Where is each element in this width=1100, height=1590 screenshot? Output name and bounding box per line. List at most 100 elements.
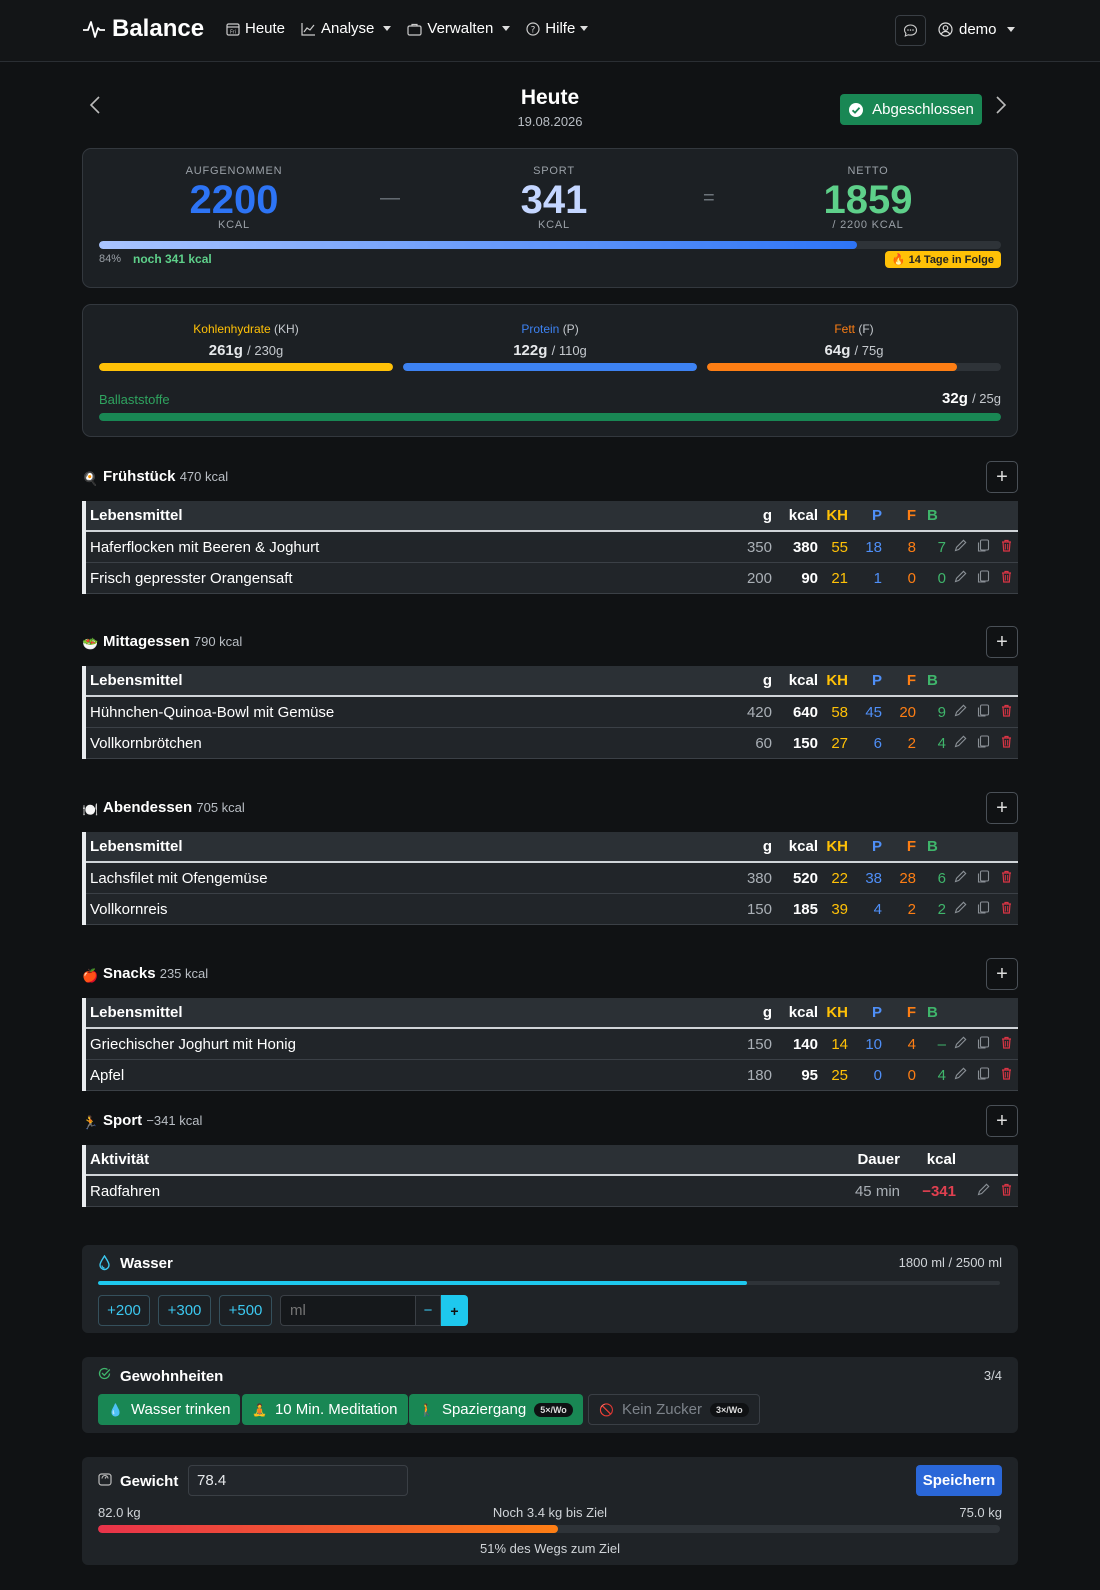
water-add-200-button[interactable]: +200 <box>98 1295 150 1326</box>
meal-section: 🍳 Frühstück 470 kcal + Lebensmittel g kcal KH P… <box>82 457 1018 594</box>
copy-icon <box>977 569 990 583</box>
habit-spaziergang[interactable]: 🚶 Spaziergang 5×/Wo <box>409 1394 583 1425</box>
copy-food-button[interactable] <box>976 900 991 915</box>
weight-input[interactable] <box>188 1465 408 1496</box>
meal-title: Abendessen <box>103 799 193 816</box>
copy-food-button[interactable] <box>976 869 991 884</box>
net-unit: / 2200 KCAL <box>832 219 904 231</box>
food-fat: 0 <box>882 562 916 594</box>
copy-food-button[interactable] <box>976 569 991 584</box>
delete-food-button[interactable] <box>999 1035 1014 1050</box>
user-circle-icon <box>938 22 953 37</box>
activity-duration: 45 min <box>828 1175 900 1207</box>
copy-food-button[interactable] <box>976 538 991 553</box>
header-actions <box>946 998 1018 1029</box>
delete-food-button[interactable] <box>999 569 1014 584</box>
nav-hilfe[interactable]: ? Hilfe <box>526 20 589 37</box>
nav-verwalten[interactable]: Verwalten <box>407 20 511 37</box>
habit-meditation[interactable]: 🧘 10 Min. Meditation <box>242 1394 408 1425</box>
macro-carbs: Kohlenhydrate (KH) 261g / 230g <box>99 322 393 359</box>
water-subtract-button[interactable]: − <box>415 1295 441 1326</box>
water-add-300-button[interactable]: +300 <box>158 1295 211 1326</box>
meal-section: 🍎 Snacks 235 kcal + Lebensmittel g kcal KH P F B G… <box>82 954 1018 1091</box>
fat-name: Fett <box>834 322 855 336</box>
edit-food-button[interactable] <box>953 734 968 749</box>
weight-card: Gewicht Speichern 82.0 kg Noch 3.4 kg bi… <box>82 1457 1018 1565</box>
header-fat: F <box>882 666 916 697</box>
table-row: Hühnchen-Quinoa-Bowl mit Gemüse 420 640 58 4… <box>84 696 1018 728</box>
header-food: Lebensmittel <box>84 501 732 532</box>
food-protein: 4 <box>848 893 882 925</box>
water-add-500-button[interactable]: +500 <box>219 1295 272 1326</box>
food-carbs: 21 <box>818 562 848 594</box>
copy-icon <box>977 1036 990 1049</box>
edit-food-button[interactable] <box>953 900 968 915</box>
delete-food-button[interactable] <box>999 869 1014 884</box>
weight-title: Gewicht <box>120 1473 179 1490</box>
delete-food-button[interactable] <box>999 703 1014 718</box>
delete-food-button[interactable] <box>999 538 1014 553</box>
salad-bowl-icon: 🥗 <box>82 636 99 651</box>
nav-analyse[interactable]: Analyse <box>301 20 392 37</box>
fiber-goal: / 25g <box>972 391 1001 406</box>
edit-food-button[interactable] <box>953 538 968 553</box>
add-sport-button[interactable]: + <box>986 1105 1018 1137</box>
table-row: Apfel 180 95 25 0 0 4 <box>84 1059 1018 1091</box>
header-duration: Dauer <box>828 1145 900 1176</box>
fat-value: 64g <box>824 342 851 359</box>
edit-food-button[interactable] <box>953 703 968 718</box>
delete-activity-button[interactable] <box>999 1182 1014 1197</box>
water-add-button[interactable]: + <box>441 1295 468 1326</box>
header-protein: P <box>848 501 882 532</box>
edit-activity-button[interactable] <box>976 1182 991 1197</box>
next-day-button[interactable] <box>994 94 1008 116</box>
header-protein: P <box>848 832 882 863</box>
copy-food-button[interactable] <box>976 1066 991 1081</box>
user-menu[interactable]: demo <box>938 21 1015 38</box>
edit-food-button[interactable] <box>953 869 968 884</box>
sport-header: 🏃 Sport −341 kcal + <box>82 1101 1018 1145</box>
copy-food-button[interactable] <box>976 1035 991 1050</box>
calorie-progress-bar <box>99 241 1001 249</box>
copy-food-button[interactable] <box>976 734 991 749</box>
delete-food-button[interactable] <box>999 900 1014 915</box>
edit-food-button[interactable] <box>953 569 968 584</box>
header-kcal: kcal <box>900 1145 956 1176</box>
meal-title: Snacks <box>103 965 156 982</box>
header-grams: g <box>732 666 772 697</box>
copy-food-button[interactable] <box>976 703 991 718</box>
meditation-icon: 🧘 <box>252 1402 267 1417</box>
habit-label: 10 Min. Meditation <box>274 1401 398 1418</box>
carbs-bar <box>99 363 393 371</box>
chat-button[interactable] <box>895 15 926 46</box>
water-ml-input[interactable] <box>280 1295 415 1326</box>
carbs-abbr: (KH) <box>274 322 299 336</box>
pencil-icon <box>977 1183 990 1196</box>
delete-food-button[interactable] <box>999 734 1014 749</box>
food-fat: 2 <box>882 727 916 759</box>
walking-icon: 🚶 <box>419 1402 434 1417</box>
header-carbs: KH <box>818 998 848 1029</box>
carbs-bar-fill <box>99 363 393 371</box>
intake-unit: KCAL <box>218 219 250 231</box>
add-food-button[interactable]: + <box>986 626 1018 658</box>
table-row: Frisch gepresster Orangensaft 200 90 21 1 0 0 <box>84 562 1018 594</box>
habit-label: Spaziergang <box>441 1401 527 1418</box>
edit-food-button[interactable] <box>953 1066 968 1081</box>
food-carbs: 22 <box>818 862 848 894</box>
save-weight-button[interactable]: Speichern <box>916 1465 1002 1496</box>
table-row: Vollkornreis 150 185 39 4 2 2 <box>84 893 1018 925</box>
habit-wasser-trinken[interactable]: 💧 Wasser trinken <box>98 1394 241 1425</box>
add-food-button[interactable]: + <box>986 958 1018 990</box>
food-kcal: 520 <box>772 862 818 894</box>
food-fat: 0 <box>882 1059 916 1091</box>
habit-kein-zucker[interactable]: 🚫 Kein Zucker 3×/Wo <box>588 1394 760 1425</box>
add-food-button[interactable]: + <box>986 792 1018 824</box>
nav-heute[interactable]: Fri Heute <box>226 20 285 37</box>
completed-button[interactable]: Abgeschlossen <box>840 94 982 125</box>
brand[interactable]: Balance <box>82 15 204 43</box>
add-food-button[interactable]: + <box>986 461 1018 493</box>
delete-food-button[interactable] <box>999 1066 1014 1081</box>
trash-icon <box>1002 1067 1011 1080</box>
edit-food-button[interactable] <box>953 1035 968 1050</box>
